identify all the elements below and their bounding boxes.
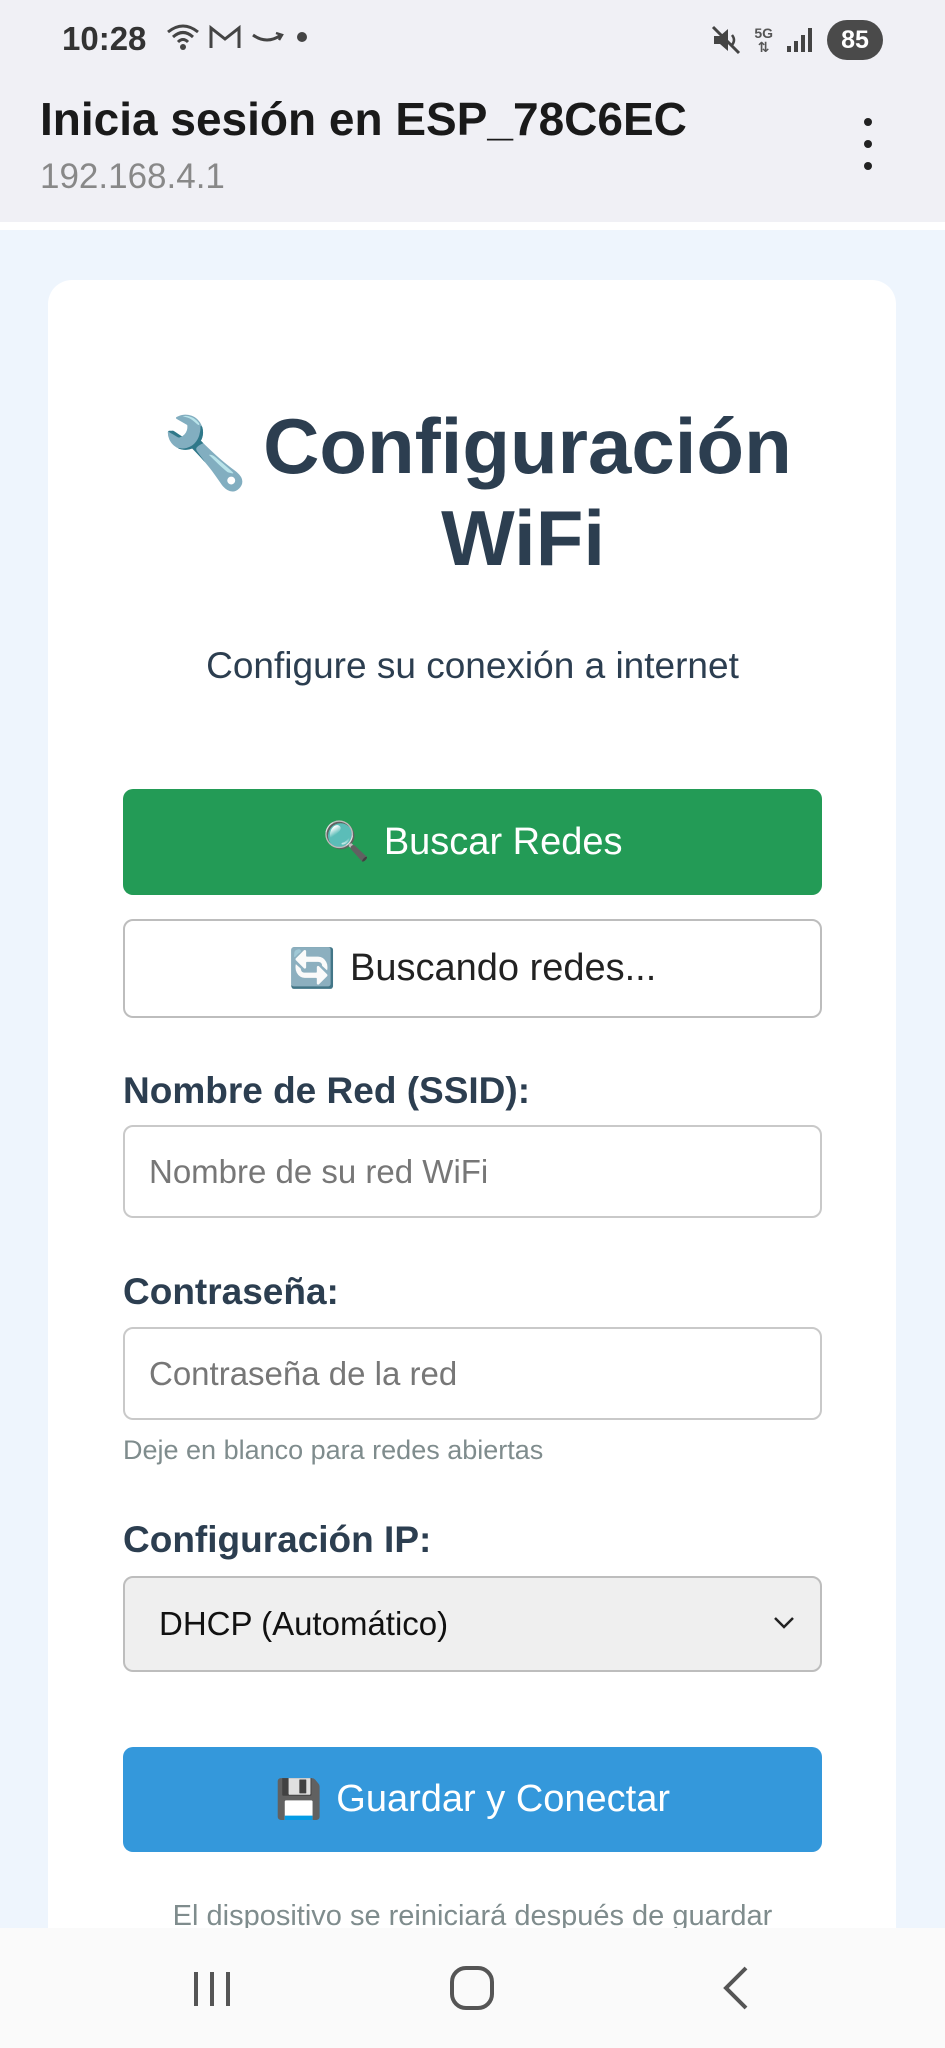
network-type: 5G <box>754 25 773 41</box>
signal-icon <box>787 28 812 52</box>
card-subtitle: Configure su conexión a internet <box>206 645 739 686</box>
scanning-label: Buscando redes... <box>350 947 657 989</box>
floppy-disk-icon: 💾 <box>274 1778 323 1821</box>
status-bar: 10:28 5G ⇅ 85 <box>0 0 945 82</box>
save-connect-label: Guardar y Conectar <box>336 1778 671 1820</box>
password-label: Contraseña: <box>123 1271 339 1312</box>
page-url: 192.168.4.1 <box>40 157 225 196</box>
scan-networks-label: Buscar Redes <box>383 820 623 863</box>
system-nav-bar <box>0 1928 945 2048</box>
home-icon[interactable] <box>440 1956 504 2020</box>
more-notifications-dot-icon <box>297 32 307 42</box>
password-hint: Deje en blanco para redes abiertas <box>123 1435 544 1465</box>
battery-indicator: 85 <box>827 20 883 60</box>
amazon-icon <box>252 31 284 42</box>
ip-config-selected: DHCP (Automático) <box>159 1605 449 1642</box>
save-connect-button[interactable]: 💾 Guardar y Conectar <box>123 1747 822 1852</box>
back-icon[interactable] <box>706 1956 770 2020</box>
page-title: Inicia sesión en ESP_78C6EC <box>40 93 687 145</box>
heading-text: Configuración WiFi <box>263 402 792 582</box>
ssid-input[interactable] <box>123 1125 822 1218</box>
scanning-status-button[interactable]: 🔄 Buscando redes... <box>123 919 822 1018</box>
chevron-down-icon <box>774 1617 794 1629</box>
clock: 10:28 <box>62 20 147 57</box>
wifi-question-icon <box>167 24 199 50</box>
recent-apps-icon[interactable] <box>180 1956 244 2020</box>
overflow-menu-icon[interactable] <box>850 118 886 170</box>
header-divider <box>0 222 945 230</box>
top-bar: 10:28 5G ⇅ 85 Inicia sesión en ESP_78C6E… <box>0 0 945 222</box>
notification-icons <box>166 22 312 52</box>
ip-config-select[interactable]: DHCP (Automático) <box>123 1576 822 1672</box>
scan-networks-button[interactable]: 🔍 Buscar Redes <box>123 789 822 895</box>
card-heading: 🔧 Configuración WiFi <box>0 400 945 584</box>
password-input[interactable] <box>123 1327 822 1420</box>
data-arrows-icon: ⇅ <box>757 39 770 55</box>
gmail-icon <box>209 24 241 48</box>
ssid-label: Nombre de Red (SSID): <box>123 1070 531 1111</box>
network-5g-icon: 5G ⇅ <box>754 26 773 54</box>
mute-icon <box>712 25 741 55</box>
ip-config-label: Configuración IP: <box>123 1519 432 1560</box>
refresh-icon: 🔄 <box>288 947 336 990</box>
system-icons: 5G ⇅ 85 <box>710 20 883 60</box>
magnifier-icon: 🔍 <box>322 821 370 863</box>
wrench-icon: 🔧 <box>161 414 250 492</box>
